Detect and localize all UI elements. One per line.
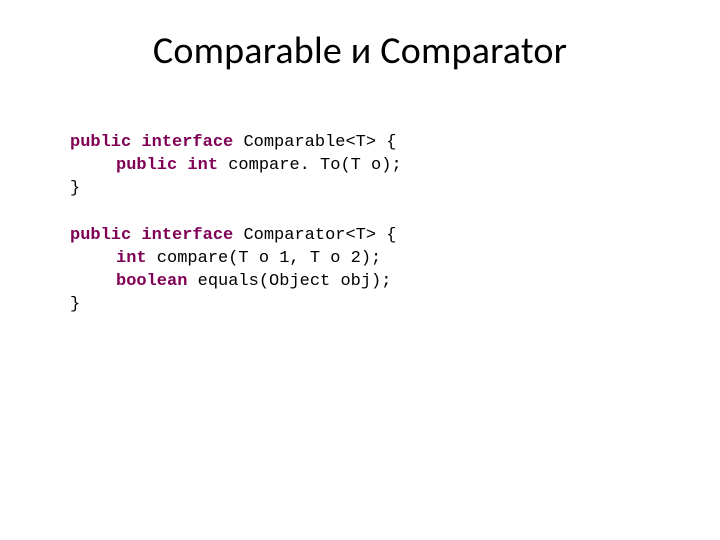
code-line: }	[70, 178, 650, 201]
keyword: public	[70, 226, 131, 245]
code-text: compare. To(T o);	[218, 156, 402, 175]
slide-title: Comparable и Comparator	[70, 28, 650, 74]
code-line: }	[70, 294, 650, 317]
code-block-comparable: public interface Comparable<T> { public …	[70, 132, 650, 201]
code-line: public interface Comparable<T> {	[70, 132, 650, 155]
keyword: public	[70, 133, 131, 152]
slide: Comparable и Comparator public interface…	[0, 0, 720, 540]
keyword: public	[116, 156, 177, 175]
keyword: int	[116, 249, 147, 268]
keyword: interface	[141, 133, 233, 152]
code-text: Comparator<T> {	[233, 226, 396, 245]
code-line: boolean equals(Object obj);	[116, 271, 650, 294]
code-line: public interface Comparator<T> {	[70, 225, 650, 248]
code-line: public int compare. To(T o);	[116, 155, 650, 178]
code-line: int compare(T o 1, T o 2);	[116, 248, 650, 271]
code-text: compare(T o 1, T o 2);	[147, 249, 382, 268]
code-text: equals(Object obj);	[187, 272, 391, 291]
code-block-comparator: public interface Comparator<T> { int com…	[70, 225, 650, 317]
keyword: interface	[141, 226, 233, 245]
code-text: Comparable<T> {	[233, 133, 396, 152]
keyword: int	[187, 156, 218, 175]
keyword: boolean	[116, 272, 187, 291]
